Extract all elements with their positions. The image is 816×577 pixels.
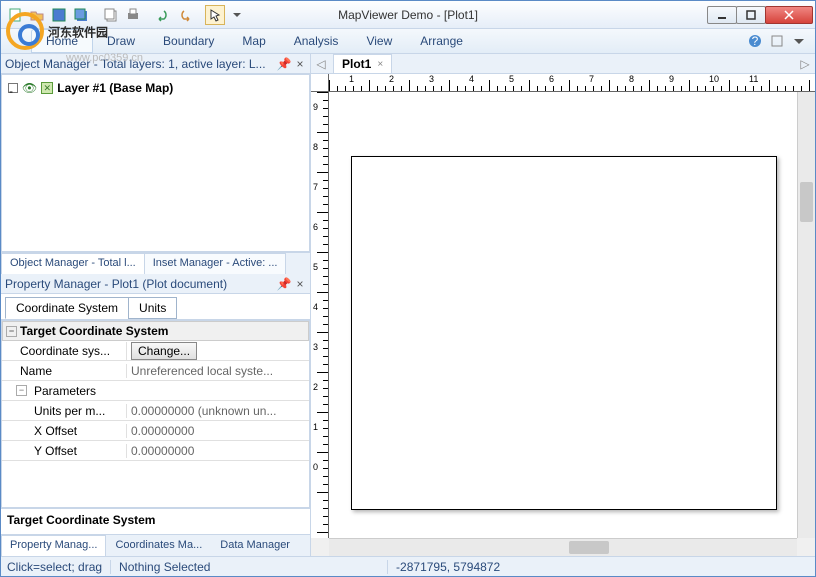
document-tab-bar: ◁ Plot1 × ▷ — [311, 54, 815, 74]
prop-value: Unreferenced local syste... — [126, 364, 309, 378]
title-bar: MapViewer Demo - [Plot1] — [1, 1, 815, 29]
tab-property-manager[interactable]: Property Manag... — [1, 535, 106, 556]
collapse-icon[interactable]: − — [6, 326, 17, 337]
status-selection: Nothing Selected — [119, 560, 379, 574]
maximize-button[interactable] — [736, 6, 766, 24]
tab-object-manager[interactable]: Object Manager - Total l... — [1, 253, 145, 274]
tab-inset-manager[interactable]: Inset Manager - Active: ... — [144, 253, 287, 274]
property-grid: − Target Coordinate System Coordinate sy… — [1, 320, 310, 508]
pin-icon[interactable]: 📌 — [278, 58, 290, 70]
quick-access-toolbar — [1, 5, 247, 25]
object-manager-body: - 👁 ✕ Layer #1 (Base Map) — [1, 74, 310, 252]
open-icon[interactable] — [27, 5, 47, 25]
menu-arrange[interactable]: Arrange — [406, 30, 477, 52]
undo-icon[interactable] — [153, 5, 173, 25]
property-description: Target Coordinate System — [1, 508, 310, 534]
menu-bar: Home Draw Boundary Map Analysis View Arr… — [1, 29, 815, 54]
qat-dropdown-icon[interactable] — [227, 5, 247, 25]
prop-label: X Offset — [2, 424, 126, 438]
menu-home[interactable]: Home — [31, 29, 93, 53]
layer-row[interactable]: - 👁 ✕ Layer #1 (Base Map) — [8, 81, 303, 95]
tab-data-manager[interactable]: Data Manager — [211, 535, 299, 556]
redo-icon[interactable] — [175, 5, 195, 25]
close-pane-icon[interactable]: × — [294, 278, 306, 290]
pin-icon[interactable]: 📌 — [278, 278, 290, 290]
save-all-icon[interactable] — [71, 5, 91, 25]
print-icon[interactable] — [123, 5, 143, 25]
prop-value[interactable]: 0.00000000 — [126, 424, 309, 438]
menu-map[interactable]: Map — [228, 30, 279, 52]
menu-boundary[interactable]: Boundary — [149, 30, 228, 52]
close-button[interactable] — [765, 6, 813, 24]
tab-scroll-left-icon[interactable]: ◁ — [315, 58, 327, 70]
visibility-icon[interactable]: 👁 — [22, 81, 37, 95]
vertical-ruler: 9876543210 — [311, 92, 329, 538]
minimize-button[interactable] — [707, 6, 737, 24]
menu-draw[interactable]: Draw — [93, 30, 149, 52]
section-header: Target Coordinate System — [20, 324, 168, 338]
pointer-icon[interactable] — [205, 5, 225, 25]
tab-scroll-right-icon[interactable]: ▷ — [799, 58, 811, 70]
copy-icon[interactable] — [101, 5, 121, 25]
vertical-scrollbar[interactable] — [797, 92, 815, 538]
horizontal-ruler: 1234567891011 — [329, 74, 815, 92]
horizontal-scrollbar[interactable] — [329, 538, 797, 556]
tab-units[interactable]: Units — [128, 297, 177, 319]
change-button[interactable]: Change... — [131, 342, 197, 360]
options-icon[interactable] — [769, 33, 785, 49]
menu-view[interactable]: View — [352, 30, 406, 52]
ruler-corner — [311, 74, 329, 92]
tab-coordinate-system[interactable]: Coordinate System — [5, 297, 129, 319]
prop-label: Parameters — [30, 384, 309, 398]
document-tab-label: Plot1 — [342, 57, 371, 71]
svg-text:?: ? — [752, 34, 759, 48]
prop-label: Y Offset — [2, 444, 126, 458]
prop-label: Coordinate sys... — [2, 344, 126, 358]
prop-label: Units per m... — [2, 404, 126, 418]
layer-name: Layer #1 (Base Map) — [57, 81, 173, 95]
prop-value[interactable]: 0.00000000 (unknown un... — [126, 404, 309, 418]
status-coordinates: -2871795, 5794872 — [396, 560, 500, 574]
status-bar: Click=select; drag Nothing Selected -287… — [1, 556, 815, 576]
help-icon[interactable]: ? — [747, 33, 763, 49]
expand-icon[interactable]: - — [8, 83, 18, 93]
property-manager-header: Property Manager - Plot1 (Plot document)… — [1, 274, 310, 294]
canvas[interactable] — [329, 92, 797, 538]
save-icon[interactable] — [49, 5, 69, 25]
prop-label: Name — [2, 364, 126, 378]
page — [351, 156, 777, 510]
window-title: MapViewer Demo - [Plot1] — [338, 8, 478, 22]
collapse-ribbon-icon[interactable] — [791, 33, 807, 49]
document-tab[interactable]: Plot1 × — [333, 54, 392, 73]
tab-coordinates-manager[interactable]: Coordinates Ma... — [106, 535, 211, 556]
menu-analysis[interactable]: Analysis — [280, 30, 353, 52]
collapse-icon[interactable]: − — [16, 385, 27, 396]
status-hint: Click=select; drag — [7, 560, 102, 574]
close-pane-icon[interactable]: × — [294, 58, 306, 70]
new-doc-icon[interactable] — [5, 5, 25, 25]
object-manager-header: Object Manager - Total layers: 1, active… — [1, 54, 310, 74]
canvas-area: 1234567891011 9876543210 — [311, 74, 815, 556]
close-tab-icon[interactable]: × — [377, 59, 383, 70]
prop-value[interactable]: 0.00000000 — [126, 444, 309, 458]
layer-status-icon[interactable]: ✕ — [41, 82, 53, 94]
